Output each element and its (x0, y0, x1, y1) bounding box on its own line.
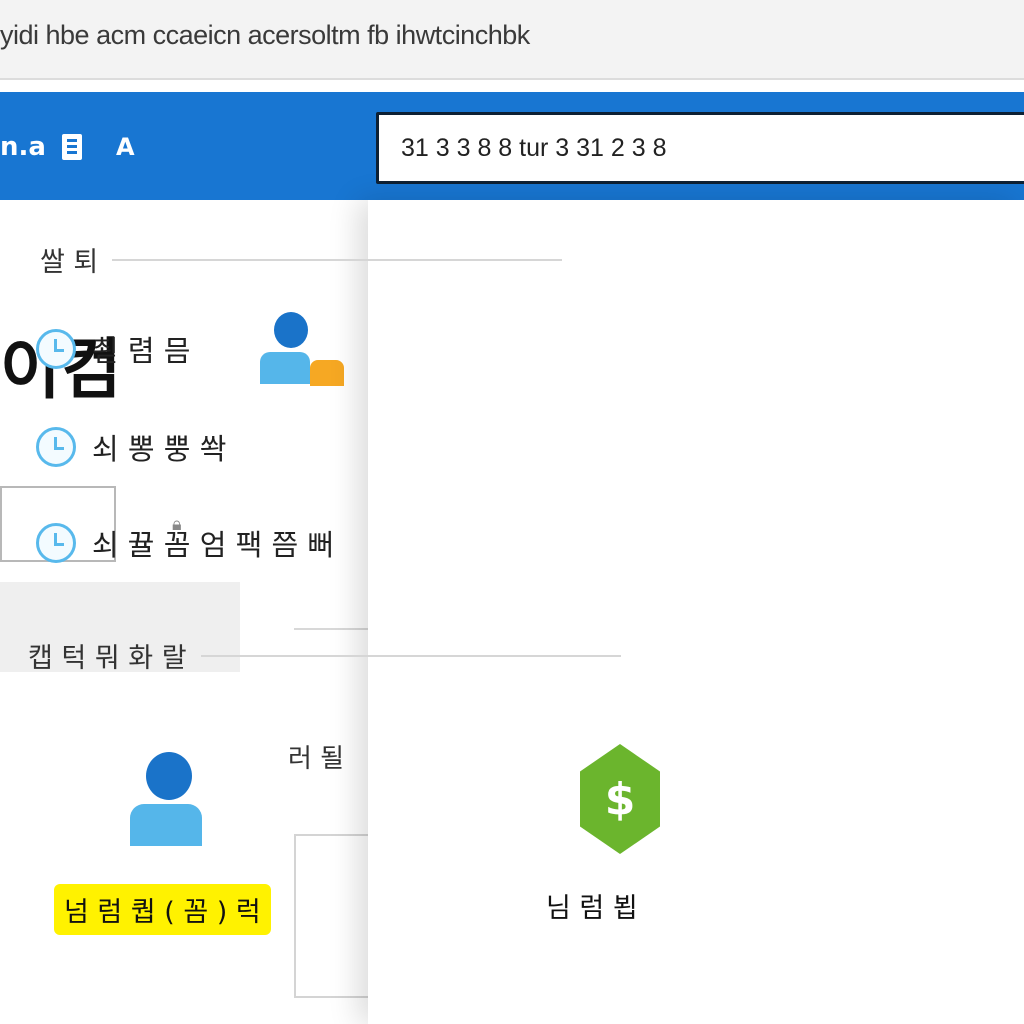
app-tile-label: 님 럼 뵙 (546, 893, 638, 924)
clock-icon (36, 329, 76, 369)
users-avatar-icon (258, 312, 348, 388)
apps-section-header: 캡 턱 뭐 화 랄 (28, 636, 621, 675)
app-tile-person[interactable]: 넘 럼 퀍 ( 꼼 ) 럭 (54, 740, 314, 940)
section-divider (200, 654, 621, 657)
person-body (130, 804, 202, 846)
avatar-secondary-body (310, 360, 344, 386)
apps-section-title: 캡 턱 뭐 화 랄 (28, 643, 187, 674)
app-tile-label: 넘 럼 퀍 ( 꼼 ) 럭 (54, 884, 271, 935)
toolbar-gap (0, 82, 1024, 92)
person-icon (146, 752, 192, 800)
avatar-head (274, 312, 308, 348)
section-divider (112, 258, 563, 261)
recent-item-label: 쵣 렴 믐 (92, 334, 191, 368)
recent-item-label: 쇠 뽕 뿡 쏵 (92, 432, 227, 466)
background-divider (294, 628, 374, 630)
clock-icon (36, 427, 76, 467)
search-dropdown (368, 200, 1024, 1024)
money-hex-icon: $ (580, 744, 660, 854)
recent-section-header: 쌀 퇴 (40, 240, 563, 279)
browser-address-bar[interactable]: yidi hbe acm ccaeicn acersoltm fb ihwtci… (0, 0, 1024, 80)
recent-item-label: 쇠 뀰 꼼 엄 팩 쯤 뻐 (92, 528, 335, 562)
recent-section-title: 쌀 퇴 (40, 247, 99, 278)
document-icon (61, 134, 82, 160)
search-input[interactable]: 31 3 3 8 8 tur 3 31 2 3 8 (376, 112, 1024, 184)
app-name: n.a (0, 132, 46, 162)
url-text[interactable]: yidi hbe acm ccaeicn acersoltm fb ihwtci… (0, 20, 530, 51)
app-tile-money[interactable]: $ 님 럼 뵙 (546, 740, 686, 940)
recent-item[interactable]: 쇠 뀰 꼼 엄 팩 쯤 뻐 (36, 522, 334, 564)
brand[interactable]: n.a A (0, 132, 135, 162)
secondary-label: A (115, 133, 135, 161)
recent-item[interactable]: 쵣 렴 믐 (36, 328, 190, 370)
clock-icon (36, 523, 76, 563)
avatar-body (260, 352, 310, 384)
recent-item[interactable]: 쇠 뽕 뿡 쏵 (36, 426, 226, 468)
search-query-text[interactable]: 31 3 3 8 8 tur 3 31 2 3 8 (401, 134, 666, 163)
